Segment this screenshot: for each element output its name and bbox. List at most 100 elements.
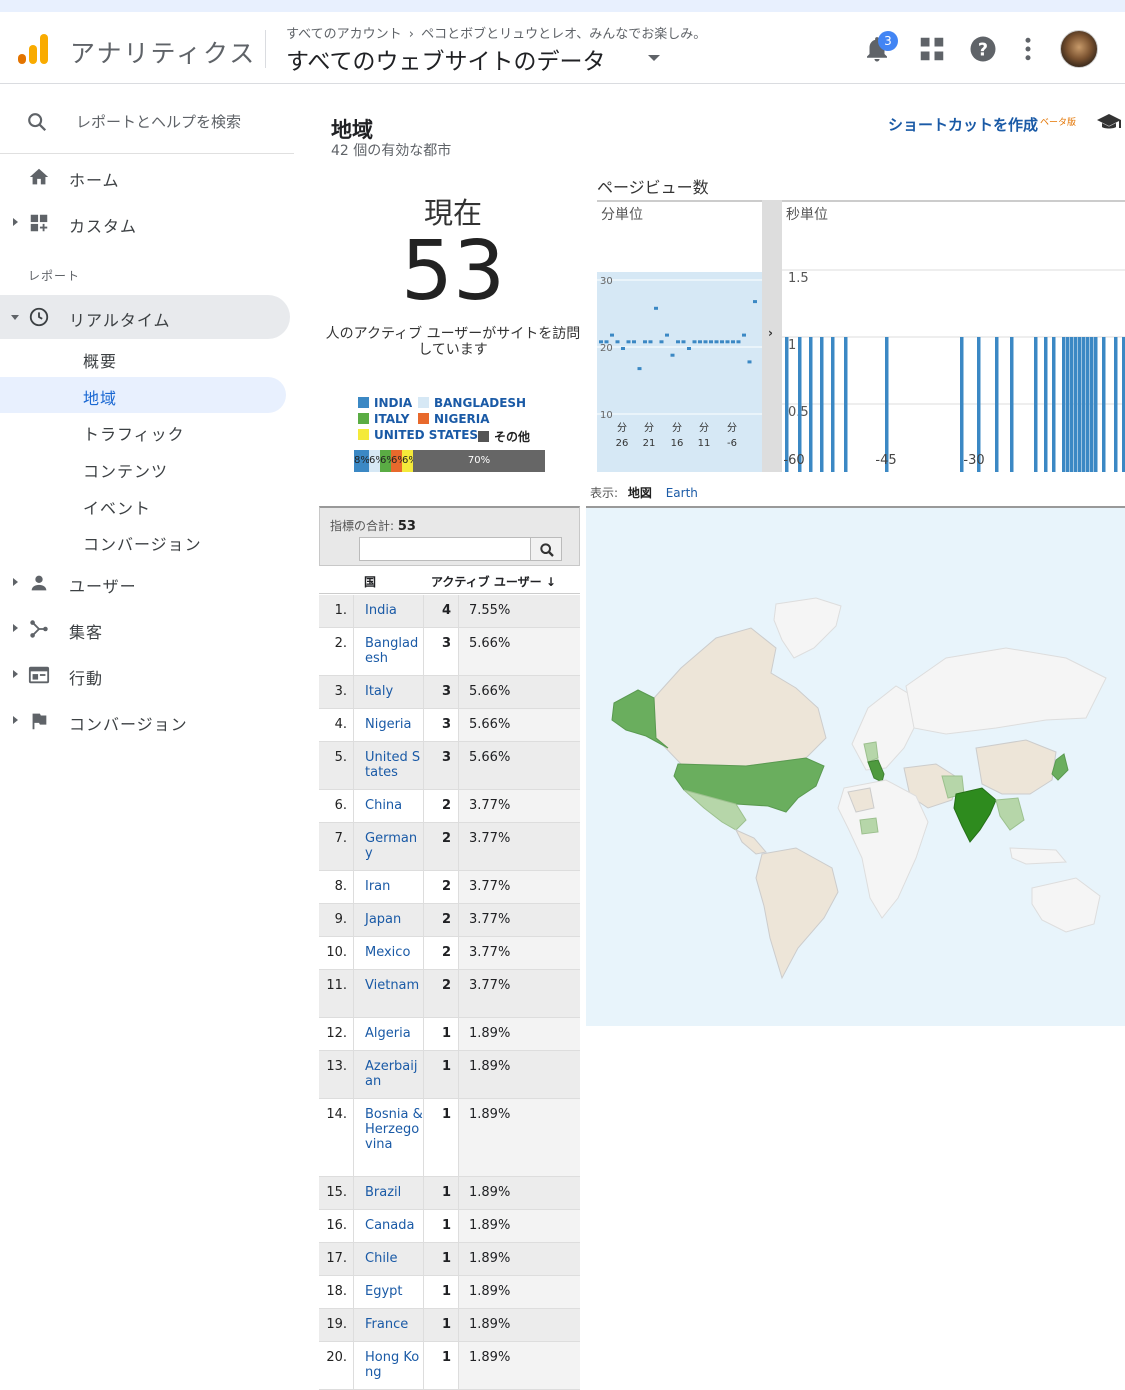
expand-arrow-icon[interactable] xyxy=(13,218,18,226)
graduation-cap-icon[interactable] xyxy=(1096,112,1122,132)
sort-down-arrow-icon[interactable]: ↓ xyxy=(546,575,556,589)
country-link[interactable]: Chile xyxy=(354,1243,424,1275)
legend-item-united-states: UNITED STATES xyxy=(358,428,478,442)
sidebar-subitem-events[interactable]: イベント xyxy=(0,487,286,523)
sidebar-subitem-overview[interactable]: 概要 xyxy=(0,340,286,376)
country-link[interactable]: Vietnam xyxy=(354,970,424,1017)
table-search-button[interactable] xyxy=(530,537,562,561)
country-link[interactable]: Azerbaijan xyxy=(354,1051,424,1098)
sidebar-item-custom[interactable]: カスタム xyxy=(0,201,290,245)
second-bar xyxy=(1094,337,1098,472)
x-tick-unit: 分 xyxy=(617,422,627,434)
minute-point xyxy=(665,333,669,337)
x-tick-unit: 分 xyxy=(699,422,709,434)
map-united-states[interactable] xyxy=(673,757,825,813)
second-bar xyxy=(798,337,802,472)
column-header-country[interactable]: 国 xyxy=(364,573,376,590)
country-link[interactable]: Nigeria xyxy=(354,709,424,741)
map-india[interactable] xyxy=(953,787,997,843)
column-header-active-users[interactable]: アクティブ ユーザー ↓ xyxy=(431,573,556,590)
active-users-value: 2 xyxy=(424,823,459,870)
sidebar-subitem-locations[interactable]: 地域 xyxy=(0,377,286,413)
active-users-value: 1 xyxy=(424,1210,459,1242)
country-link[interactable]: Algeria xyxy=(354,1018,424,1050)
map-southeast-asia[interactable] xyxy=(995,797,1025,831)
breadcrumb[interactable]: すべてのアカウント › ペコとボブとリュウとレオ、みんなでお楽しみ。 xyxy=(286,23,706,42)
active-users-value: 1 xyxy=(424,1309,459,1341)
legend-item-bangladesh: BANGLADESH xyxy=(418,396,526,410)
map-central-america[interactable] xyxy=(734,828,767,855)
country-link[interactable]: Canada xyxy=(354,1210,424,1242)
country-link[interactable]: Bosnia & Herzegovina xyxy=(354,1099,424,1176)
search-icon[interactable] xyxy=(539,542,555,558)
country-link[interactable]: Hong Kong xyxy=(354,1342,424,1389)
map-nigeria[interactable] xyxy=(859,817,879,835)
sidebar-item-home[interactable]: ホーム xyxy=(0,155,290,199)
sidebar-item-conversions[interactable]: コンバージョン xyxy=(0,699,290,743)
sidebar-item-behavior[interactable]: 行動 xyxy=(0,653,290,697)
country-link[interactable]: Italy xyxy=(354,676,424,708)
collapse-arrow-icon[interactable] xyxy=(11,315,19,320)
sidebar-item-realtime[interactable]: リアルタイム xyxy=(0,295,290,339)
breadcrumb-property[interactable]: ペコとボブとリュウとレオ、みんなでお楽しみ。 xyxy=(421,27,706,42)
more-vert-icon[interactable] xyxy=(1013,34,1043,64)
map-indonesia[interactable] xyxy=(1009,847,1068,865)
minute-point xyxy=(698,340,702,344)
second-bar xyxy=(1052,337,1056,472)
expand-arrow-icon[interactable] xyxy=(13,716,18,724)
map-option[interactable]: 地図 xyxy=(628,486,652,500)
help-icon[interactable]: ? xyxy=(968,34,998,64)
map-russia[interactable] xyxy=(905,647,1107,735)
earth-option[interactable]: Earth xyxy=(666,486,698,500)
world-map-svg[interactable] xyxy=(586,508,1125,1026)
map-australia[interactable] xyxy=(1031,877,1101,933)
second-bar xyxy=(1044,337,1048,472)
country-link[interactable]: Mexico xyxy=(354,937,424,969)
table-search-input[interactable] xyxy=(359,537,531,561)
create-shortcut-button[interactable]: ショートカットを作成 xyxy=(888,114,1038,135)
analytics-logo-icon[interactable] xyxy=(16,32,50,66)
y-tick-label: 1 xyxy=(788,338,796,353)
sidebar-subitem-conversions[interactable]: コンバージョン xyxy=(0,523,286,559)
map-south-america[interactable] xyxy=(755,847,839,980)
map-greenland[interactable] xyxy=(773,597,842,659)
search-reports-input[interactable]: レポートとヘルプを検索 xyxy=(76,111,241,132)
table-row: 19. France 1 1.89% xyxy=(319,1309,580,1342)
share-bar-segment: 6% xyxy=(369,450,380,472)
world-map[interactable] xyxy=(586,506,1125,1026)
search-icon[interactable] xyxy=(26,111,48,133)
chart-scroll-handle[interactable]: › xyxy=(762,200,782,472)
sidebar-subitem-traffic[interactable]: トラフィック xyxy=(0,413,286,449)
breadcrumb-account[interactable]: すべてのアカウント xyxy=(286,27,402,42)
country-link[interactable]: Iran xyxy=(354,871,424,903)
expand-arrow-icon[interactable] xyxy=(13,670,18,678)
country-link[interactable]: Japan xyxy=(354,904,424,936)
sidebar-item-label: ユーザー xyxy=(69,577,137,596)
map-china[interactable] xyxy=(975,739,1057,795)
chevron-right-icon[interactable]: › xyxy=(768,326,773,340)
map-europe[interactable] xyxy=(851,685,917,771)
minute-point xyxy=(615,340,620,344)
account-avatar[interactable] xyxy=(1060,30,1098,68)
country-link[interactable]: Brazil xyxy=(354,1177,424,1209)
view-dropdown-icon[interactable] xyxy=(648,55,660,61)
sidebar-item-acquisition[interactable]: 集客 xyxy=(0,607,290,651)
country-link[interactable]: India xyxy=(354,595,424,627)
country-link[interactable]: France xyxy=(354,1309,424,1341)
country-link[interactable]: United States xyxy=(354,742,424,789)
country-link[interactable]: China xyxy=(354,790,424,822)
apps-grid-icon[interactable] xyxy=(917,34,947,64)
sidebar-subitem-content[interactable]: コンテンツ xyxy=(0,450,286,486)
row-index: 20. xyxy=(319,1342,354,1389)
country-link[interactable]: Egypt xyxy=(354,1276,424,1308)
sidebar-item-users[interactable]: ユーザー xyxy=(0,561,290,605)
sidebar-subitem-label: トラフィック xyxy=(83,425,185,444)
expand-arrow-icon[interactable] xyxy=(13,624,18,632)
country-link[interactable]: Germany xyxy=(354,823,424,870)
expand-arrow-icon[interactable] xyxy=(13,578,18,586)
table-header: 国 アクティブ ユーザー ↓ xyxy=(319,567,580,594)
country-link[interactable]: Bangladesh xyxy=(354,628,424,675)
minute-point xyxy=(753,300,757,304)
view-selector[interactable]: すべてのウェブサイトのデータ xyxy=(286,42,605,76)
x-tick-label: -30 xyxy=(963,453,984,468)
